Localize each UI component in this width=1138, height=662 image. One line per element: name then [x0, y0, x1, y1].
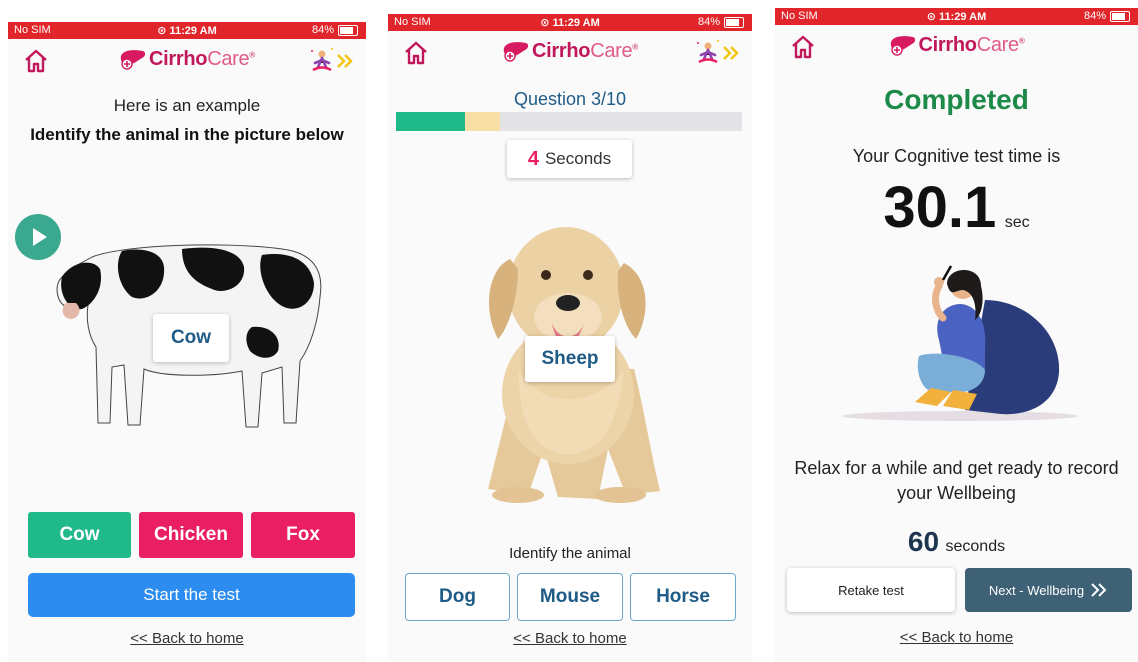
home-icon[interactable]: [22, 47, 50, 75]
battery-percent: 84%: [1083, 10, 1106, 22]
example-screen: No SIM ⊙ 11:29 AM 84% CirrhoCare® Here i…: [8, 22, 366, 662]
question-counter: Question 3/10: [513, 89, 627, 109]
brand-logo: CirrhoCare®: [502, 39, 638, 63]
clock: ⊙ 11:29 AM: [540, 17, 600, 29]
liver-logo-icon: [503, 42, 529, 62]
meditation-icon[interactable]: [692, 37, 744, 69]
result-time-value: 30.1: [883, 175, 997, 240]
brand-name-bold: Cirrho: [149, 47, 208, 70]
status-bar: No SIM ⊙ 11:29 AM 84%: [8, 22, 366, 39]
countdown-value: 60: [907, 526, 940, 557]
brand-name-bold: Cirrho: [532, 39, 591, 62]
countdown: 60 seconds: [775, 526, 1138, 558]
home-icon[interactable]: [402, 39, 430, 67]
status-bar: No SIM ⊙ 11:29 AM 84%: [775, 8, 1138, 25]
option-dog-button[interactable]: Dog: [405, 573, 510, 621]
carrier-label: No SIM: [781, 10, 818, 22]
meditation-icon[interactable]: [306, 45, 358, 77]
app-bar: CirrhoCare®: [388, 31, 752, 75]
option-horse-button[interactable]: Horse: [630, 573, 736, 621]
carrier-label: No SIM: [394, 16, 431, 28]
battery-icon: [724, 16, 744, 28]
app-bar: CirrhoCare®: [775, 25, 1138, 69]
liver-logo-icon: [890, 36, 915, 56]
battery-percent: 84%: [311, 24, 334, 36]
completed-screen: No SIM ⊙ 11:29 AM 84% CirrhoCare® Comple…: [775, 8, 1138, 662]
back-to-home-link[interactable]: << Back to home: [775, 629, 1138, 646]
progress-segment: [430, 112, 466, 131]
progress-segment: [604, 112, 639, 131]
timer-value: 4: [527, 147, 539, 170]
battery-icon: [338, 24, 358, 36]
option-fox-button[interactable]: Fox: [251, 512, 355, 558]
brand-name-bold: Cirrho: [918, 33, 978, 56]
brand-reg-mark: ®: [249, 49, 255, 59]
intro-text: Here is an example: [113, 96, 261, 115]
progress-segment: [673, 112, 708, 131]
brand-logo: CirrhoCare®: [119, 47, 255, 71]
brand-reg-mark: ®: [632, 41, 638, 51]
carrier-label: No SIM: [14, 24, 51, 36]
retake-test-button[interactable]: Retake test: [787, 568, 955, 612]
battery-icon: [1110, 10, 1130, 22]
option-chicken-button[interactable]: Chicken: [139, 512, 243, 558]
timer-unit: Seconds: [544, 149, 612, 168]
progress-segment: [534, 112, 569, 131]
image-label: Cow: [153, 314, 229, 362]
liver-logo-icon: [120, 50, 146, 70]
clock: ⊙ 11:29 AM: [157, 25, 217, 37]
next-wellbeing-button[interactable]: Next - Wellbeing: [965, 568, 1132, 612]
relax-message: Relax for a while and get ready to recor…: [794, 458, 1119, 503]
option-cow-button[interactable]: Cow: [28, 512, 131, 558]
status-bar: No SIM ⊙ 11:29 AM 84%: [388, 14, 752, 31]
completed-title: Completed: [884, 84, 1029, 115]
countdown-unit: seconds: [945, 538, 1006, 555]
progress-segment: [638, 112, 673, 131]
brand-reg-mark: ®: [1018, 35, 1025, 45]
relaxing-woman-illustration: [842, 265, 1078, 421]
result-time-unit: sec: [1004, 214, 1030, 231]
progress-segment: [707, 112, 742, 131]
back-to-home-link[interactable]: << Back to home: [388, 630, 752, 647]
result-subtitle: Your Cognitive test time is: [852, 146, 1061, 166]
question-screen: No SIM ⊙ 11:29 AM 84% CirrhoCare® Questi…: [388, 14, 752, 662]
brand-name-light: Care: [590, 39, 633, 62]
start-test-button[interactable]: Start the test: [28, 573, 355, 617]
progress-segment: [465, 112, 500, 131]
next-wellbeing-label: Next - Wellbeing: [988, 582, 1085, 598]
double-chevron-right-icon: [1091, 583, 1107, 597]
brand-logo: CirrhoCare®: [889, 33, 1025, 57]
battery-percent: 84%: [697, 16, 720, 28]
option-mouse-button[interactable]: Mouse: [517, 573, 623, 621]
image-label: Sheep: [525, 336, 615, 382]
question-progress-bar: [396, 112, 742, 131]
instruction-text: Identify the animal in the picture below: [30, 125, 344, 144]
progress-segment: [500, 112, 535, 131]
brand-name-light: Care: [207, 47, 250, 70]
result-time: 30.1 sec: [775, 174, 1138, 241]
clock: ⊙ 11:29 AM: [926, 11, 987, 23]
app-bar: CirrhoCare®: [8, 39, 366, 83]
brand-name-light: Care: [976, 33, 1019, 56]
home-icon[interactable]: [789, 33, 817, 61]
progress-segment: [569, 112, 604, 131]
back-to-home-link[interactable]: << Back to home: [8, 630, 366, 647]
prompt-text: Identify the animal: [509, 545, 631, 562]
timer-box: 4 Seconds: [507, 140, 632, 178]
progress-segment: [396, 112, 431, 131]
